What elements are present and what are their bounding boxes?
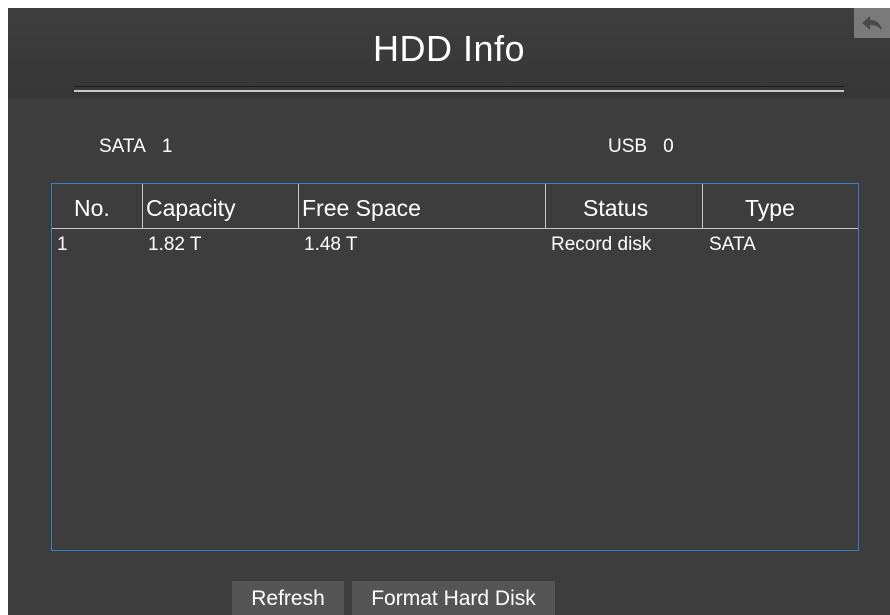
table-header: No. Capacity Free Space Status Type bbox=[52, 184, 858, 229]
column-header-status: Status bbox=[583, 195, 649, 221]
title-divider bbox=[74, 90, 844, 92]
cell-type: SATA bbox=[709, 234, 756, 255]
column-separator bbox=[298, 184, 299, 228]
cell-no: 1 bbox=[57, 234, 68, 255]
cell-status: Record disk bbox=[551, 234, 652, 255]
column-separator bbox=[545, 184, 546, 228]
page-title: HDD Info bbox=[372, 28, 526, 69]
title-bar: HDD Info bbox=[8, 8, 890, 98]
column-separator bbox=[702, 184, 703, 228]
hdd-table: No. Capacity Free Space Status Type 1 1.… bbox=[51, 183, 859, 551]
usb-label: USB bbox=[608, 136, 648, 157]
sata-count: SATA 1 bbox=[99, 136, 172, 158]
refresh-button[interactable]: Refresh bbox=[232, 581, 344, 615]
title-divider-shadow bbox=[74, 86, 844, 87]
column-header-no: No. bbox=[74, 195, 110, 221]
column-header-type: Type bbox=[745, 195, 795, 221]
cell-free-space: 1.48 T bbox=[304, 234, 358, 255]
back-button[interactable] bbox=[854, 8, 890, 38]
format-hard-disk-button[interactable]: Format Hard Disk bbox=[352, 581, 555, 615]
column-header-free-space: Free Space bbox=[302, 195, 421, 221]
hdd-info-window: HDD Info SATA 1 USB 0 No. Capacity Free Sp… bbox=[8, 8, 890, 615]
column-header-capacity: Capacity bbox=[146, 195, 236, 221]
cell-capacity: 1.82 T bbox=[148, 234, 202, 255]
sata-value: 1 bbox=[161, 136, 173, 157]
back-arrow-icon bbox=[862, 16, 882, 30]
usb-count: USB 0 bbox=[608, 136, 674, 158]
usb-value: 0 bbox=[663, 136, 674, 157]
sata-label: SATA bbox=[99, 136, 146, 157]
column-separator bbox=[142, 184, 143, 228]
